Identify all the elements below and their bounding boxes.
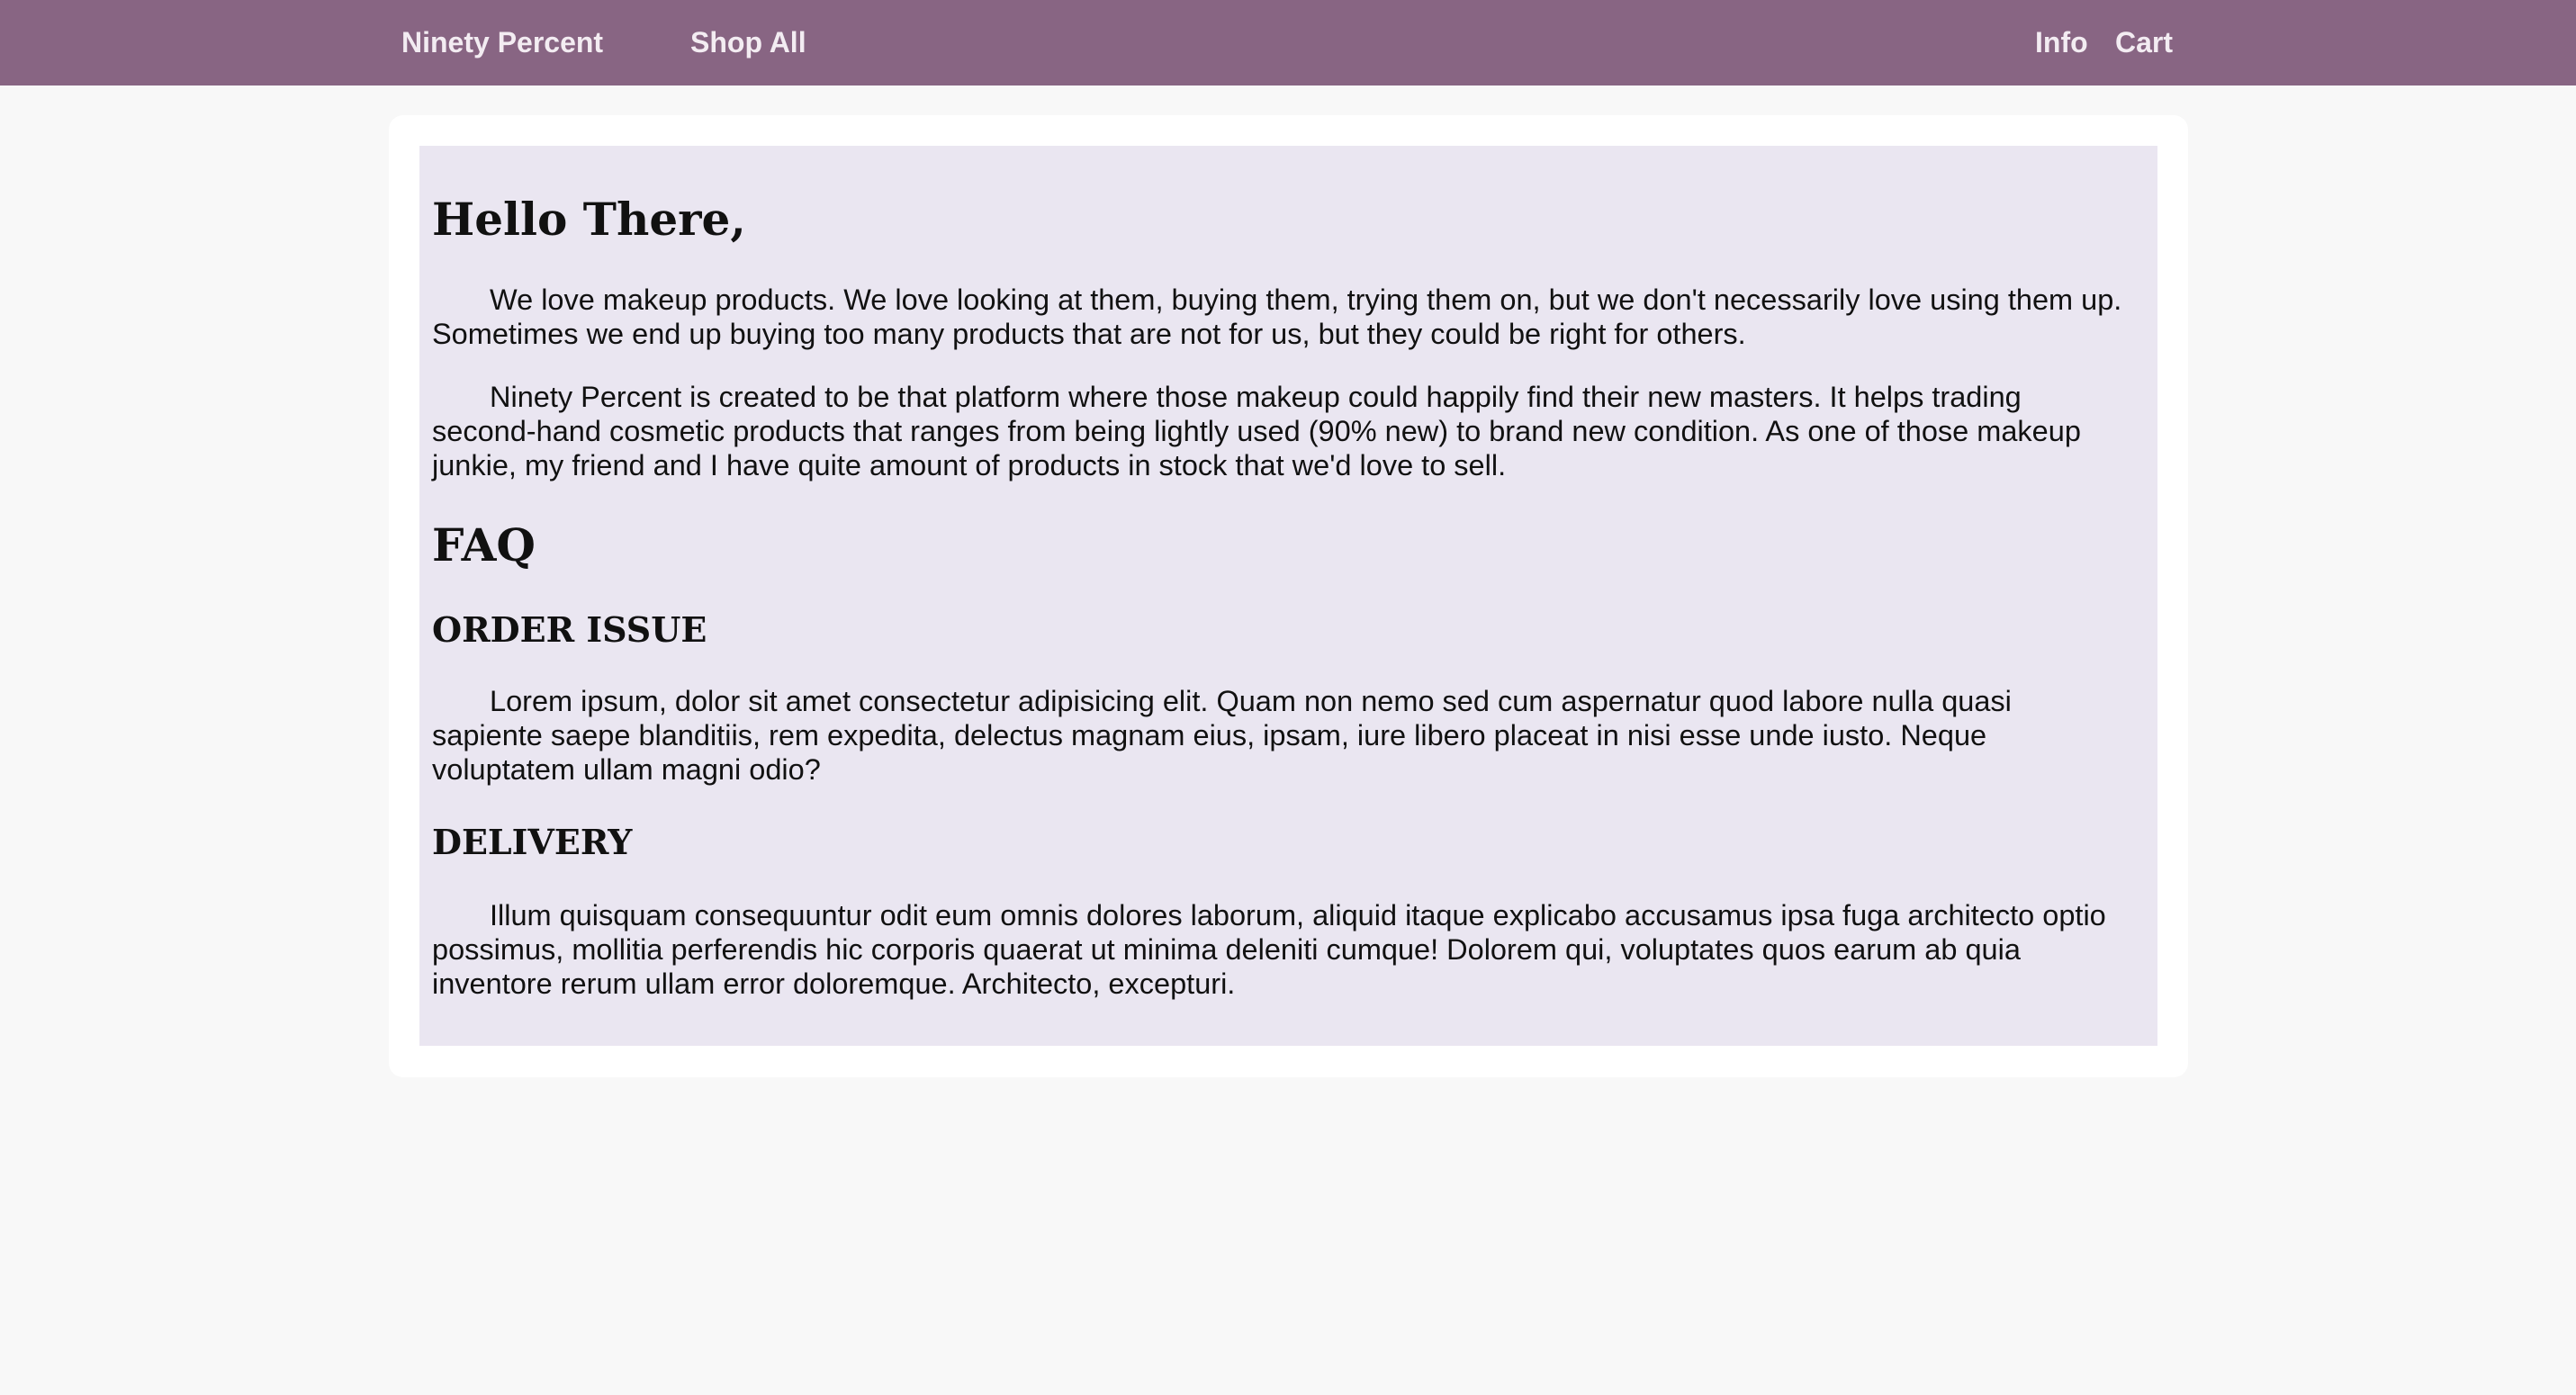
- faq-delivery-heading: DELIVERY: [432, 822, 633, 862]
- faq-delivery-text: Illum quisquam consequuntur odit eum omn…: [432, 899, 2106, 1000]
- faq-order-issue-text: Lorem ipsum, dolor sit amet consectetur …: [432, 685, 2012, 786]
- greeting-heading: Hello There,: [432, 193, 746, 246]
- info-content: Hello There, We love makeup products. We…: [419, 146, 2157, 1046]
- intro-paragraph: Ninety Percent is created to be that pla…: [432, 381, 2081, 482]
- info-card: Hello There, We love makeup products. We…: [389, 115, 2188, 1077]
- intro-paragraph: We love makeup products. We love looking…: [432, 284, 2122, 350]
- info-link[interactable]: Info: [2035, 0, 2088, 86]
- brand-link[interactable]: Ninety Percent: [401, 0, 603, 86]
- faq-heading: FAQ: [432, 518, 536, 572]
- shop-all-link[interactable]: Shop All: [690, 0, 806, 86]
- cart-link[interactable]: Cart: [2115, 0, 2173, 86]
- faq-order-issue-heading: ORDER ISSUE: [432, 609, 707, 650]
- top-navbar: Ninety Percent Shop All Info Cart: [0, 0, 2576, 86]
